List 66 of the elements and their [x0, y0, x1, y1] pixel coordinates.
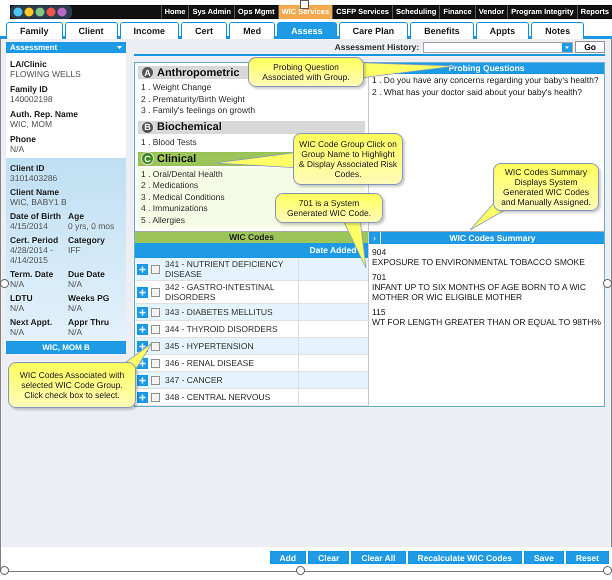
field-value: 0 yrs, 0 mos	[68, 221, 116, 231]
field-value: 4/28/2014 - 4/14/2015	[10, 245, 54, 265]
callout-note: Probing Question Associated with Group.	[248, 57, 364, 87]
code-label: 345 - HYPERTENSION	[164, 340, 255, 352]
code-label: 342 - GASTRO-INTESTINAL DISORDERS	[164, 281, 276, 303]
field-value: 140002198	[10, 94, 54, 104]
field-label: Term. Date	[10, 269, 54, 279]
code-label: 341 - NUTRIENT DEFICIENCY DISEASE	[164, 258, 284, 280]
code-label: 343 - DIABETES MELLITUS	[164, 306, 274, 318]
field-label: Client ID	[10, 163, 46, 173]
field-value: N/A	[10, 279, 26, 289]
field-label: Next Appt.	[10, 317, 54, 327]
history-label: Assessment History:	[334, 42, 420, 52]
field-value: N/A	[10, 327, 26, 337]
field-value: N/A	[10, 144, 26, 154]
field-label: Weeks PG	[68, 293, 110, 303]
group-item: 1 . Oral/Dental Health	[141, 168, 223, 180]
code-number: 904	[372, 247, 388, 257]
field-value: N/A	[10, 303, 26, 313]
panel-header: WIC Codes	[135, 232, 368, 243]
column-header: Date Added	[308, 244, 358, 257]
callout-note: WIC Codes Associated with selected WIC Code Group. Click check box to select.	[8, 362, 136, 408]
field-label: Age	[68, 211, 86, 221]
field-value: N/A	[68, 303, 84, 313]
code-description: INFANT UP TO SIX MONTHS OF AGE BORN TO A WIC MOTHER OR WIC ELIGIBLE MOTHER	[372, 282, 587, 302]
field-label: Cert. Period	[10, 235, 60, 245]
field-value: WIC, MOM	[10, 119, 54, 129]
group-item: 2 . Prematurity/Birth Weight	[141, 94, 245, 106]
field-value: 3101403286	[10, 173, 58, 183]
code-label: 344 - THYROID DISORDERS	[164, 323, 279, 335]
code-number: 115	[372, 307, 387, 317]
field-label: Client Name	[10, 187, 60, 197]
callout-note: 701 is a System Generated WIC Code.	[275, 193, 383, 223]
field-value: 4/15/2014	[10, 221, 49, 231]
callout-note: WIC Code Group Click on Group Name to Highlight & Display Associated Risk Codes.	[293, 133, 403, 185]
field-label: Appr Thru	[68, 317, 110, 327]
field-label: Due Date	[68, 269, 106, 279]
group-item: 1 . Blood Tests	[141, 136, 197, 148]
group-item: 5 . Allergies	[141, 214, 185, 226]
field-label: Family ID	[10, 84, 49, 94]
field-value: FLOWING WELLS	[10, 69, 82, 79]
field-label: Date of Birth	[10, 211, 62, 221]
code-number: 701	[372, 272, 388, 282]
group-item: 3 . Family's feelings on growth	[141, 105, 256, 117]
code-label: 346 - RENAL DISEASE	[164, 357, 255, 369]
group-item: 1 . Weight Change	[141, 82, 212, 94]
question-text: 1 . Do you have any concerns regarding your baby's health?	[371, 74, 600, 86]
field-label: LA/Clinic	[10, 59, 48, 69]
group-item: 3 . Medical Conditions	[141, 192, 225, 204]
field-label: Category	[68, 235, 106, 245]
code-description: EXPOSURE TO ENVIRONMENTAL TOBACCO SMOKE	[372, 257, 586, 267]
field-value: IFF	[68, 245, 82, 255]
group-item: 2 . Medications	[141, 180, 198, 192]
code-label: 347 - CANCER	[164, 374, 224, 386]
field-label: LDTU	[10, 293, 34, 303]
code-label: 348 - CENTRAL NERVOUS	[164, 391, 272, 403]
field-label: Phone	[10, 134, 37, 144]
panel-header: WIC Codes Summary	[448, 232, 536, 244]
callout-note: WIC Codes Summary Displays System Generated WIC Codes and Manually Assigned.	[493, 163, 599, 211]
code-description: WT FOR LENGTH GREATER THAN OR EQUAL TO 98TH%	[372, 317, 601, 327]
field-label: Auth. Rep. Name	[10, 109, 80, 119]
group-item: 4 . Immunizations	[141, 203, 208, 215]
question-text: 2 . What has your doctor said about your baby's health?	[371, 86, 583, 98]
field-value: N/A	[68, 279, 84, 289]
field-value: WIC, BABY1 B	[10, 197, 68, 207]
field-value: N/A	[68, 327, 84, 337]
